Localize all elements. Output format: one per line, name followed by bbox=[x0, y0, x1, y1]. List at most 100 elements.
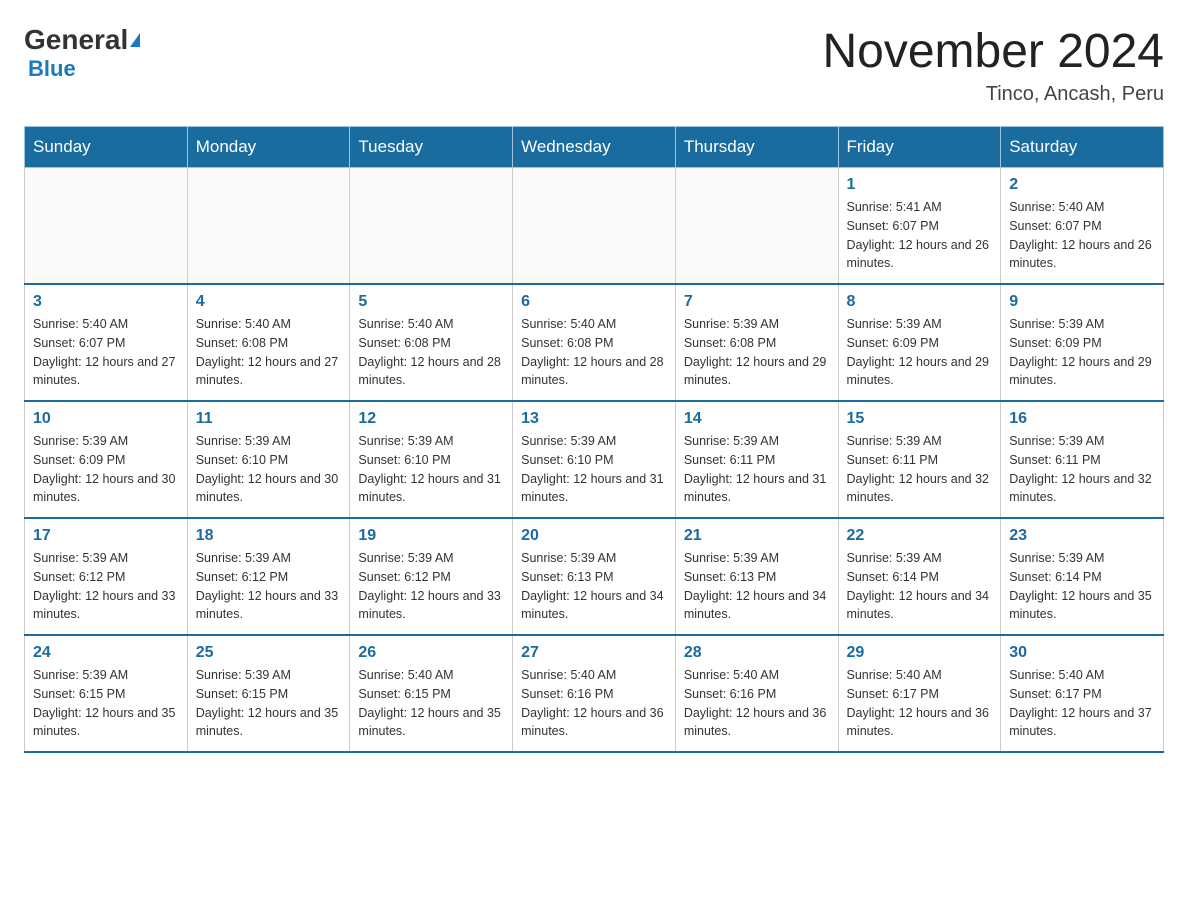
calendar-cell bbox=[675, 168, 838, 285]
calendar-cell: 1 Sunrise: 5:41 AMSunset: 6:07 PMDaylight… bbox=[838, 168, 1001, 285]
calendar-cell: 16 Sunrise: 5:39 AMSunset: 6:11 PMDayligh… bbox=[1001, 401, 1164, 518]
day-info: Sunrise: 5:39 AMSunset: 6:08 PMDaylight:… bbox=[684, 315, 830, 390]
day-info: Sunrise: 5:39 AMSunset: 6:10 PMDaylight:… bbox=[196, 432, 342, 507]
day-number: 6 bbox=[521, 293, 667, 311]
calendar-cell: 5Sunrise: 5:40 AMSunset: 6:08 PMDaylight… bbox=[350, 284, 513, 401]
weekday-header-monday: Monday bbox=[187, 127, 350, 168]
logo-blue-text: Blue bbox=[28, 56, 76, 82]
day-info: Sunrise: 5:40 AMSunset: 6:07 PMDaylight:… bbox=[1009, 198, 1155, 273]
day-info: Sunrise: 5:40 AMSunset: 6:16 PMDaylight:… bbox=[684, 666, 830, 741]
calendar-cell: 29 Sunrise: 5:40 AMSunset: 6:17 PMDayligh… bbox=[838, 635, 1001, 752]
day-info: Sunrise: 5:39 AMSunset: 6:11 PMDaylight:… bbox=[847, 432, 993, 507]
day-number: 2 bbox=[1009, 176, 1155, 194]
day-info: Sunrise: 5:39 AMSunset: 6:11 PMDaylight:… bbox=[684, 432, 830, 507]
day-info: Sunrise: 5:40 AMSunset: 6:07 PMDaylight:… bbox=[33, 315, 179, 390]
calendar-cell bbox=[187, 168, 350, 285]
weekday-header-row: SundayMondayTuesdayWednesdayThursdayFrid… bbox=[25, 127, 1164, 168]
day-info: Sunrise: 5:39 AMSunset: 6:12 PMDaylight:… bbox=[358, 549, 504, 624]
logo-triangle-icon bbox=[130, 33, 140, 47]
calendar-cell: 13Sunrise: 5:39 AMSunset: 6:10 PMDayligh… bbox=[513, 401, 676, 518]
weekday-header-friday: Friday bbox=[838, 127, 1001, 168]
weekday-header-tuesday: Tuesday bbox=[350, 127, 513, 168]
calendar-cell: 26 Sunrise: 5:40 AMSunset: 6:15 PMDayligh… bbox=[350, 635, 513, 752]
day-number: 14 bbox=[684, 410, 830, 428]
calendar-cell: 3 Sunrise: 5:40 AMSunset: 6:07 PMDaylight… bbox=[25, 284, 188, 401]
day-info: Sunrise: 5:41 AMSunset: 6:07 PMDaylight:… bbox=[847, 198, 993, 273]
weekday-header-sunday: Sunday bbox=[25, 127, 188, 168]
calendar-cell: 19 Sunrise: 5:39 AMSunset: 6:12 PMDayligh… bbox=[350, 518, 513, 635]
day-info: Sunrise: 5:39 AMSunset: 6:10 PMDaylight:… bbox=[521, 432, 667, 507]
day-number: 12 bbox=[358, 410, 504, 428]
day-number: 19 bbox=[358, 527, 504, 545]
day-info: Sunrise: 5:39 AMSunset: 6:09 PMDaylight:… bbox=[847, 315, 993, 390]
calendar-table: SundayMondayTuesdayWednesdayThursdayFrid… bbox=[24, 126, 1164, 753]
calendar-cell: 27 Sunrise: 5:40 AMSunset: 6:16 PMDayligh… bbox=[513, 635, 676, 752]
calendar-cell: 17Sunrise: 5:39 AMSunset: 6:12 PMDayligh… bbox=[25, 518, 188, 635]
day-number: 28 bbox=[684, 644, 830, 662]
day-number: 7 bbox=[684, 293, 830, 311]
day-info: Sunrise: 5:40 AMSunset: 6:08 PMDaylight:… bbox=[358, 315, 504, 390]
day-info: Sunrise: 5:39 AMSunset: 6:10 PMDaylight:… bbox=[358, 432, 504, 507]
calendar-week-3: 10Sunrise: 5:39 AMSunset: 6:09 PMDayligh… bbox=[25, 401, 1164, 518]
day-info: Sunrise: 5:39 AMSunset: 6:13 PMDaylight:… bbox=[521, 549, 667, 624]
calendar-cell bbox=[25, 168, 188, 285]
day-info: Sunrise: 5:39 AMSunset: 6:12 PMDaylight:… bbox=[33, 549, 179, 624]
calendar-body: 1 Sunrise: 5:41 AMSunset: 6:07 PMDaylight… bbox=[25, 168, 1164, 753]
day-number: 20 bbox=[521, 527, 667, 545]
calendar-cell: 4Sunrise: 5:40 AMSunset: 6:08 PMDaylight… bbox=[187, 284, 350, 401]
day-number: 16 bbox=[1009, 410, 1155, 428]
calendar-cell: 28 Sunrise: 5:40 AMSunset: 6:16 PMDayligh… bbox=[675, 635, 838, 752]
day-info: Sunrise: 5:39 AMSunset: 6:09 PMDaylight:… bbox=[1009, 315, 1155, 390]
calendar-week-5: 24Sunrise: 5:39 AMSunset: 6:15 PMDayligh… bbox=[25, 635, 1164, 752]
day-number: 29 bbox=[847, 644, 993, 662]
calendar-cell: 11 Sunrise: 5:39 AMSunset: 6:10 PMDayligh… bbox=[187, 401, 350, 518]
calendar-cell bbox=[513, 168, 676, 285]
calendar-cell: 12 Sunrise: 5:39 AMSunset: 6:10 PMDayligh… bbox=[350, 401, 513, 518]
calendar-cell: 14 Sunrise: 5:39 AMSunset: 6:11 PMDayligh… bbox=[675, 401, 838, 518]
calendar-cell: 2 Sunrise: 5:40 AMSunset: 6:07 PMDaylight… bbox=[1001, 168, 1164, 285]
day-info: Sunrise: 5:40 AMSunset: 6:08 PMDaylight:… bbox=[521, 315, 667, 390]
day-number: 11 bbox=[196, 410, 342, 428]
calendar-cell: 30 Sunrise: 5:40 AMSunset: 6:17 PMDayligh… bbox=[1001, 635, 1164, 752]
calendar-week-4: 17Sunrise: 5:39 AMSunset: 6:12 PMDayligh… bbox=[25, 518, 1164, 635]
day-info: Sunrise: 5:39 AMSunset: 6:09 PMDaylight:… bbox=[33, 432, 179, 507]
day-info: Sunrise: 5:39 AMSunset: 6:13 PMDaylight:… bbox=[684, 549, 830, 624]
logo: General Blue bbox=[24, 24, 140, 82]
day-info: Sunrise: 5:39 AMSunset: 6:11 PMDaylight:… bbox=[1009, 432, 1155, 507]
calendar-cell: 6 Sunrise: 5:40 AMSunset: 6:08 PMDaylight… bbox=[513, 284, 676, 401]
day-info: Sunrise: 5:39 AMSunset: 6:14 PMDaylight:… bbox=[847, 549, 993, 624]
day-number: 26 bbox=[358, 644, 504, 662]
month-title: November 2024 bbox=[822, 24, 1164, 79]
logo-general-text: General bbox=[24, 24, 128, 56]
day-number: 27 bbox=[521, 644, 667, 662]
calendar-cell: 15 Sunrise: 5:39 AMSunset: 6:11 PMDayligh… bbox=[838, 401, 1001, 518]
location-subtitle: Tinco, Ancash, Peru bbox=[822, 83, 1164, 106]
day-number: 3 bbox=[33, 293, 179, 311]
day-number: 15 bbox=[847, 410, 993, 428]
title-block: November 2024 Tinco, Ancash, Peru bbox=[822, 24, 1164, 106]
day-number: 23 bbox=[1009, 527, 1155, 545]
calendar-cell: 22 Sunrise: 5:39 AMSunset: 6:14 PMDayligh… bbox=[838, 518, 1001, 635]
day-info: Sunrise: 5:40 AMSunset: 6:17 PMDaylight:… bbox=[1009, 666, 1155, 741]
weekday-header-saturday: Saturday bbox=[1001, 127, 1164, 168]
calendar-cell: 10Sunrise: 5:39 AMSunset: 6:09 PMDayligh… bbox=[25, 401, 188, 518]
calendar-week-2: 3 Sunrise: 5:40 AMSunset: 6:07 PMDaylight… bbox=[25, 284, 1164, 401]
day-number: 18 bbox=[196, 527, 342, 545]
day-info: Sunrise: 5:40 AMSunset: 6:17 PMDaylight:… bbox=[847, 666, 993, 741]
day-number: 1 bbox=[847, 176, 993, 194]
calendar-header: SundayMondayTuesdayWednesdayThursdayFrid… bbox=[25, 127, 1164, 168]
day-number: 24 bbox=[33, 644, 179, 662]
day-number: 30 bbox=[1009, 644, 1155, 662]
calendar-cell: 7 Sunrise: 5:39 AMSunset: 6:08 PMDaylight… bbox=[675, 284, 838, 401]
day-number: 21 bbox=[684, 527, 830, 545]
calendar-cell bbox=[350, 168, 513, 285]
day-number: 25 bbox=[196, 644, 342, 662]
calendar-cell: 9 Sunrise: 5:39 AMSunset: 6:09 PMDaylight… bbox=[1001, 284, 1164, 401]
day-number: 4 bbox=[196, 293, 342, 311]
calendar-cell: 21 Sunrise: 5:39 AMSunset: 6:13 PMDayligh… bbox=[675, 518, 838, 635]
day-info: Sunrise: 5:40 AMSunset: 6:16 PMDaylight:… bbox=[521, 666, 667, 741]
day-info: Sunrise: 5:40 AMSunset: 6:15 PMDaylight:… bbox=[358, 666, 504, 741]
day-number: 22 bbox=[847, 527, 993, 545]
logo-text: General bbox=[24, 24, 140, 56]
day-number: 9 bbox=[1009, 293, 1155, 311]
